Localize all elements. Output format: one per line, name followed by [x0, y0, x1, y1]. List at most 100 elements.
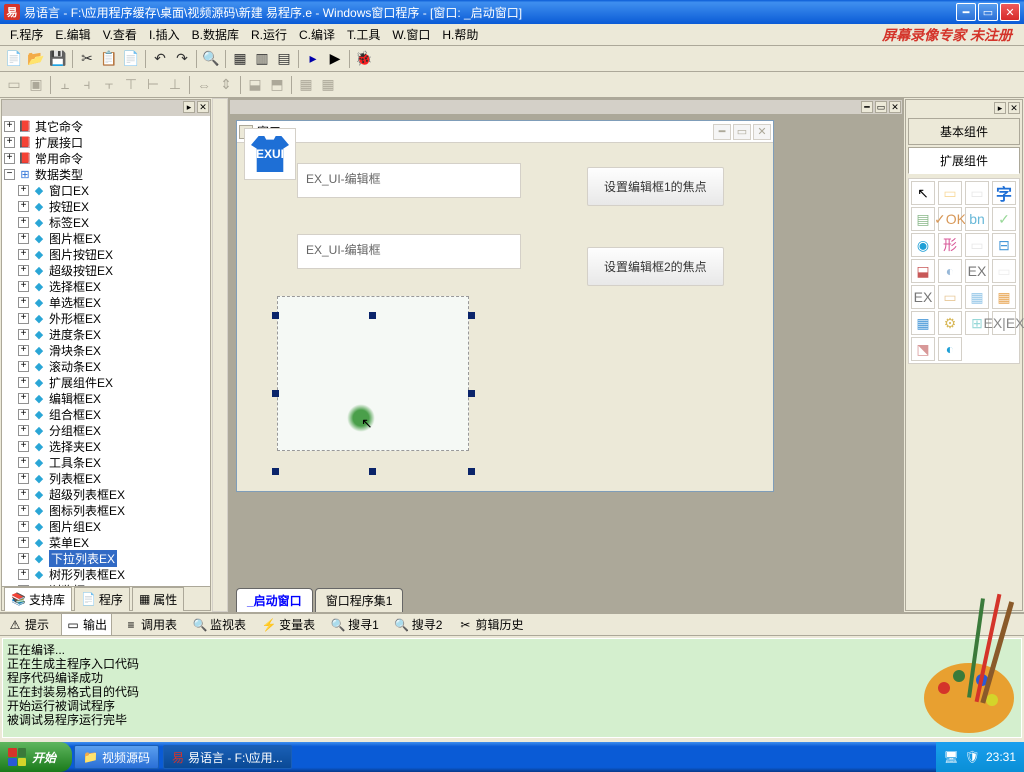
handle-bc[interactable] [369, 468, 376, 475]
tree-autohide-button[interactable]: ▸ [183, 101, 195, 113]
tree-toggle-icon[interactable]: + [18, 345, 29, 356]
palette-item[interactable]: 形 [938, 233, 962, 257]
tab-hint[interactable]: ⚠提示 [4, 614, 53, 635]
palette-item[interactable]: ◉ [911, 233, 935, 257]
tree-node[interactable]: +◆列表框EX [4, 470, 208, 486]
design-max-button[interactable]: ▭ [875, 101, 887, 113]
layout3-button[interactable]: ▤ [274, 49, 294, 69]
tray-icon-1[interactable]: 🖥 [944, 750, 959, 764]
tree-toggle-icon[interactable]: + [18, 249, 29, 260]
align-top-button[interactable]: ⊤ [121, 75, 141, 95]
tree-node[interactable]: +◆分组框EX [4, 422, 208, 438]
step-button[interactable]: ▸ [303, 49, 323, 69]
tree-node[interactable]: +◆超级按钮EX [4, 262, 208, 278]
close-button[interactable]: ✕ [1000, 3, 1020, 21]
tab-cliphistory[interactable]: ✂剪辑历史 [454, 614, 527, 635]
tree-toggle-icon[interactable]: + [18, 313, 29, 324]
palette-item[interactable]: EX|EX [992, 311, 1016, 335]
form-window[interactable]: 窗口 ━ ▭ ✕ EXUI EX_UI-编辑框 EX_UI-编辑框 设置编辑框1… [236, 120, 774, 492]
tree-toggle-icon[interactable]: + [4, 137, 15, 148]
palette-item[interactable]: ⊟ [992, 233, 1016, 257]
tab-search1[interactable]: 🔍搜寻1 [327, 614, 383, 635]
taskbar-item-app[interactable]: 易易语言 - F:\应用... [163, 745, 292, 769]
tree-node[interactable]: +📕扩展接口 [4, 134, 208, 150]
tree-toggle-icon[interactable]: − [4, 169, 15, 180]
grid1-button[interactable]: ▦ [296, 75, 316, 95]
size2-button[interactable]: ⬒ [267, 75, 287, 95]
layout2-button[interactable]: ▥ [252, 49, 272, 69]
tab-output[interactable]: ▭输出 [61, 613, 112, 636]
tree-node[interactable]: +◆图片组EX [4, 518, 208, 534]
tree-toggle-icon[interactable]: + [18, 297, 29, 308]
tab-calltable[interactable]: ≡调用表 [120, 614, 181, 635]
tree-node[interactable]: +◆下拉列表EX [4, 550, 208, 566]
menu-database[interactable]: B.数据库 [186, 24, 245, 45]
palette-item[interactable]: ✓OK [938, 207, 962, 231]
handle-br[interactable] [468, 468, 475, 475]
open-button[interactable]: 📂 [26, 49, 46, 69]
palette-item[interactable]: ◐ [938, 337, 962, 361]
layout1-button[interactable]: ▦ [230, 49, 250, 69]
tab-support-lib[interactable]: 📚 支持库 [4, 587, 72, 611]
tray-icon-2[interactable]: 🛡 [965, 750, 980, 764]
tree-node[interactable]: +📕其它命令 [4, 118, 208, 134]
tree-toggle-icon[interactable]: + [18, 489, 29, 500]
menu-help[interactable]: H.帮助 [436, 24, 484, 45]
dist-v-button[interactable]: ⇕ [216, 75, 236, 95]
editbox-2[interactable]: EX_UI-编辑框 [297, 234, 521, 269]
handle-tr[interactable] [468, 312, 475, 319]
tree-node[interactable]: +◆进度条EX [4, 326, 208, 342]
tree-close-button[interactable]: ✕ [197, 101, 209, 113]
dist-h-button[interactable]: ⇔ [194, 75, 214, 95]
tree-toggle-icon[interactable]: + [18, 553, 29, 564]
output-console[interactable]: 正在编译...正在生成主程序入口代码程序代码编译成功正在封装易格式目的代码开始运… [2, 638, 1022, 738]
tab-program[interactable]: 📄 程序 [74, 587, 130, 611]
menu-compile[interactable]: C.编译 [293, 24, 341, 45]
design-canvas[interactable]: 窗口 ━ ▭ ✕ EXUI EX_UI-编辑框 EX_UI-编辑框 设置编辑框1… [236, 120, 774, 576]
debug-button[interactable]: 🐞 [354, 49, 374, 69]
tree-node[interactable]: +◆树形列表框EX [4, 566, 208, 582]
form-min-button[interactable]: ━ [713, 124, 731, 140]
paste-button[interactable]: 📄 [121, 49, 141, 69]
menu-edit[interactable]: E.编辑 [49, 24, 96, 45]
editbox-1[interactable]: EX_UI-编辑框 [297, 163, 521, 198]
size1-button[interactable]: ⬓ [245, 75, 265, 95]
align-right-button[interactable]: ⫟ [99, 75, 119, 95]
align-left-button[interactable]: ⫠ [55, 75, 75, 95]
tree-node[interactable]: +◆超级列表框EX [4, 486, 208, 502]
tab-window-assembly[interactable]: 窗口程序集1 [315, 588, 404, 612]
tree-node[interactable]: +◆图标列表框EX [4, 502, 208, 518]
tree-toggle-icon[interactable]: + [18, 201, 29, 212]
palette-item[interactable]: ▦ [965, 285, 989, 309]
palette-item[interactable]: ▭ [992, 259, 1016, 283]
tree-toggle-icon[interactable]: + [18, 569, 29, 580]
tab-basic-components[interactable]: 基本组件 [908, 118, 1020, 145]
save-button[interactable]: 💾 [48, 49, 68, 69]
form-max-button[interactable]: ▭ [733, 124, 751, 140]
tab-startup-window[interactable]: _启动窗口 [236, 588, 313, 612]
tree-toggle-icon[interactable]: + [18, 425, 29, 436]
palette-item[interactable]: ▤ [911, 207, 935, 231]
design-min-button[interactable]: ━ [861, 101, 873, 113]
handle-tc[interactable] [369, 312, 376, 319]
design-close-button[interactable]: ✕ [889, 101, 901, 113]
tree-node[interactable]: −⊞数据类型 [4, 166, 208, 182]
tree-toggle-icon[interactable]: + [4, 121, 15, 132]
menu-run[interactable]: R.运行 [245, 24, 293, 45]
left-scrollbar[interactable] [212, 98, 228, 612]
tab-vartable[interactable]: ⚡变量表 [258, 614, 319, 635]
tree-node[interactable]: +◆扩展组件EX [4, 374, 208, 390]
palette-item[interactable]: ▭ [938, 181, 962, 205]
tree-node[interactable]: +📕常用命令 [4, 150, 208, 166]
palette-item[interactable]: 字 [992, 181, 1016, 205]
tree-node[interactable]: +◆滑块条EX [4, 342, 208, 358]
tree-node[interactable]: +◆工具条EX [4, 454, 208, 470]
palette-item[interactable]: ⬓ [911, 259, 935, 283]
tree-node[interactable]: +◆图片框EX [4, 230, 208, 246]
palette-item[interactable]: ▦ [992, 285, 1016, 309]
handle-mr[interactable] [468, 390, 475, 397]
tab-search2[interactable]: 🔍搜寻2 [391, 614, 447, 635]
tree-node[interactable]: +◆窗口EX [4, 182, 208, 198]
tree-toggle-icon[interactable]: + [18, 377, 29, 388]
tree-node[interactable]: +◆选择框EX [4, 278, 208, 294]
